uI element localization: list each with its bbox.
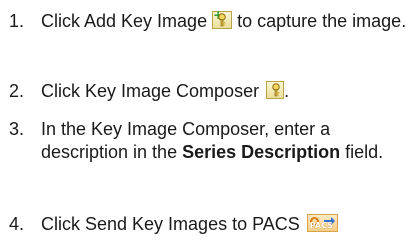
send-key-images-to-pacs-icon: PACS <box>306 214 338 232</box>
step-3-text-end: field. <box>340 142 384 162</box>
step-text: Click Add Key Image + to capture the ima… <box>41 9 413 33</box>
add-key-image-icon: + <box>212 9 233 29</box>
instruction-list: 1. Click Add Key Image + to capture the … <box>0 0 417 245</box>
key-image-composer-icon <box>266 81 285 99</box>
series-description-label: Series Description <box>182 142 341 162</box>
step-1-text-start: Click Add Key Image <box>41 11 208 31</box>
key-icon <box>272 83 280 97</box>
step-text: Click Key Image Composer . <box>41 80 413 103</box>
step-text: In the Key Image Composer, enter a descr… <box>41 118 413 164</box>
step-4-text-start: Click Send Key Images to PACS <box>41 214 300 234</box>
step-1-text-end: to capture the image. <box>232 11 407 31</box>
step-number: 1. <box>9 11 25 31</box>
step-2-text-end: . <box>284 81 290 101</box>
step-text: Click Send Key Images to PACS PACS <box>41 213 413 236</box>
pacs-icon-text: PACS <box>309 221 333 230</box>
step-number: 2. <box>9 81 25 101</box>
step-number: 4. <box>9 214 25 234</box>
step-number: 3. <box>9 119 25 139</box>
step-2-text-start: Click Key Image Composer <box>41 81 260 101</box>
key-icon <box>218 13 226 27</box>
